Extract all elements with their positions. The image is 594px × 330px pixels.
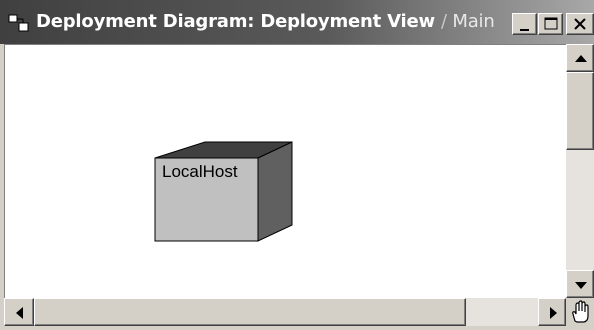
window-title: Deployment Diagram: Deployment View / Ma…	[36, 11, 495, 32]
arrow-right-icon	[550, 307, 557, 319]
horizontal-scroll-thumb[interactable]	[34, 298, 466, 326]
horizontal-scrollbar[interactable]	[4, 298, 566, 326]
hand-pan-icon	[572, 300, 589, 323]
window-title-suffix: Main	[446, 11, 495, 32]
vertical-scrollbar[interactable]	[566, 44, 594, 298]
vertical-scroll-thumb[interactable]	[566, 72, 594, 150]
minimize-button[interactable]	[512, 13, 537, 35]
diagram-window: Deployment Diagram: Deployment View / Ma…	[0, 0, 594, 330]
diagram-app-icon	[8, 14, 30, 32]
maximize-icon	[544, 17, 558, 30]
scroll-left-button[interactable]	[4, 298, 34, 326]
close-button[interactable]	[566, 13, 594, 35]
pan-corner-button[interactable]	[566, 298, 594, 326]
arrow-down-icon	[575, 282, 587, 289]
window-title-main: Deployment Diagram: Deployment View	[36, 11, 441, 32]
maximize-button[interactable]	[538, 13, 563, 35]
title-bar[interactable]: Deployment Diagram: Deployment View / Ma…	[0, 0, 594, 44]
scroll-up-button[interactable]	[566, 44, 594, 72]
scroll-down-button[interactable]	[566, 270, 594, 298]
scroll-right-button[interactable]	[538, 298, 566, 326]
node-label: LocalHost	[162, 162, 238, 181]
diagram-canvas[interactable]	[4, 44, 566, 298]
minimize-icon	[520, 29, 529, 31]
close-icon	[574, 18, 586, 30]
window-bottom-border	[0, 326, 594, 330]
arrow-up-icon	[575, 55, 587, 62]
arrow-left-icon	[16, 307, 23, 319]
